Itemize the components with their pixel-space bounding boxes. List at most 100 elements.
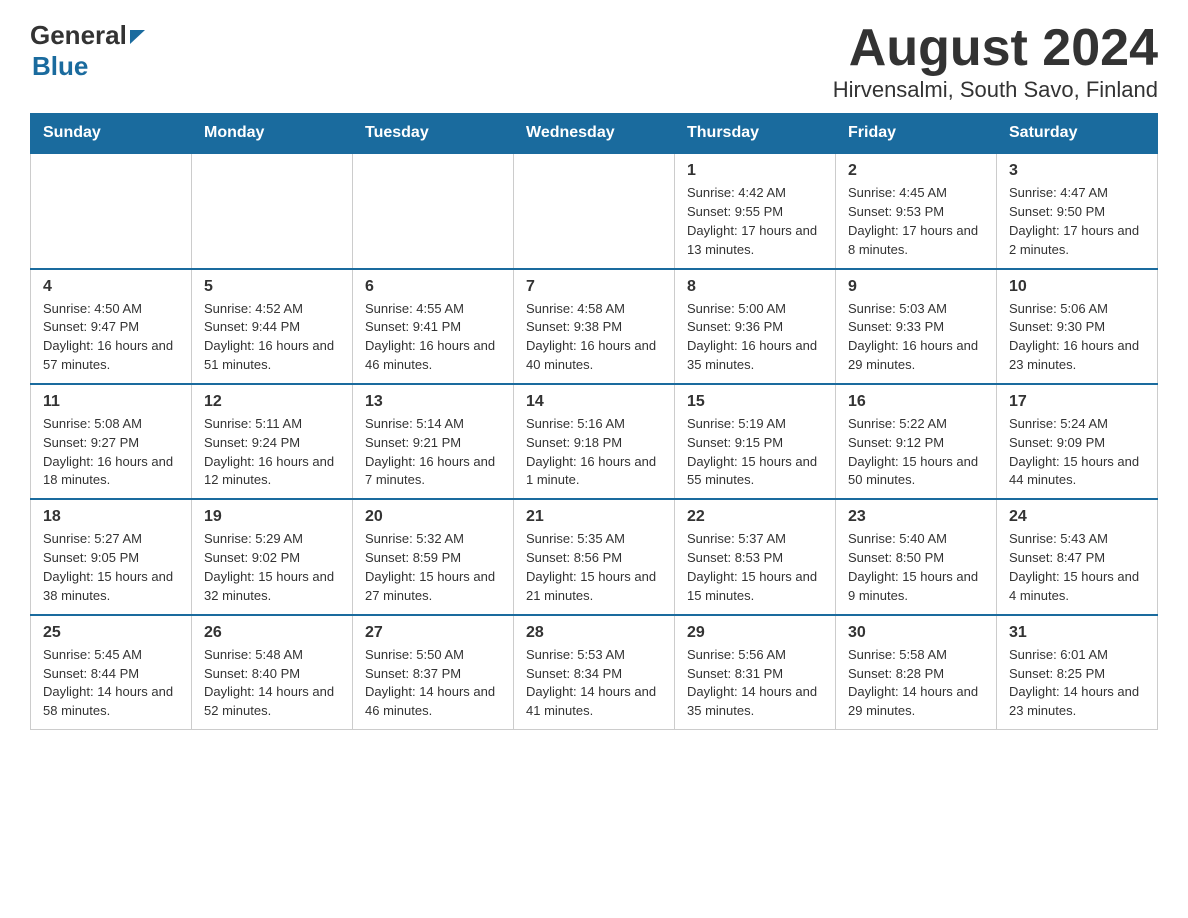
day-number: 23 <box>848 508 984 526</box>
calendar-cell: 29 Sunrise: 5:56 AMSunset: 8:31 PMDayligh… <box>675 615 836 730</box>
day-number: 25 <box>43 624 179 642</box>
weekday-header-row: SundayMondayTuesdayWednesdayThursdayFrid… <box>31 114 1158 154</box>
calendar-cell: 9 Sunrise: 5:03 AMSunset: 9:33 PMDaylight… <box>836 269 997 384</box>
day-number: 17 <box>1009 393 1145 411</box>
day-number: 20 <box>365 508 501 526</box>
calendar-cell <box>514 153 675 268</box>
day-number: 6 <box>365 278 501 296</box>
weekday-header-tuesday: Tuesday <box>353 114 514 154</box>
day-info: Sunrise: 5:06 AMSunset: 9:30 PMDaylight:… <box>1009 300 1145 375</box>
calendar-cell: 23 Sunrise: 5:40 AMSunset: 8:50 PMDayligh… <box>836 499 997 614</box>
day-number: 9 <box>848 278 984 296</box>
week-row-3: 11 Sunrise: 5:08 AMSunset: 9:27 PMDayligh… <box>31 384 1158 499</box>
calendar-cell: 6 Sunrise: 4:55 AMSunset: 9:41 PMDaylight… <box>353 269 514 384</box>
day-number: 10 <box>1009 278 1145 296</box>
calendar-cell: 22 Sunrise: 5:37 AMSunset: 8:53 PMDayligh… <box>675 499 836 614</box>
title-block: August 2024 Hirvensalmi, South Savo, Fin… <box>833 20 1158 103</box>
day-info: Sunrise: 5:16 AMSunset: 9:18 PMDaylight:… <box>526 415 662 490</box>
calendar-cell: 25 Sunrise: 5:45 AMSunset: 8:44 PMDayligh… <box>31 615 192 730</box>
calendar-cell: 2 Sunrise: 4:45 AMSunset: 9:53 PMDaylight… <box>836 153 997 268</box>
calendar-cell <box>31 153 192 268</box>
day-info: Sunrise: 5:35 AMSunset: 8:56 PMDaylight:… <box>526 530 662 605</box>
day-info: Sunrise: 5:11 AMSunset: 9:24 PMDaylight:… <box>204 415 340 490</box>
day-info: Sunrise: 5:37 AMSunset: 8:53 PMDaylight:… <box>687 530 823 605</box>
day-info: Sunrise: 5:03 AMSunset: 9:33 PMDaylight:… <box>848 300 984 375</box>
weekday-header-friday: Friday <box>836 114 997 154</box>
day-info: Sunrise: 5:24 AMSunset: 9:09 PMDaylight:… <box>1009 415 1145 490</box>
day-info: Sunrise: 4:45 AMSunset: 9:53 PMDaylight:… <box>848 184 984 259</box>
month-title: August 2024 <box>833 20 1158 77</box>
calendar-cell: 31 Sunrise: 6:01 AMSunset: 8:25 PMDayligh… <box>997 615 1158 730</box>
day-number: 2 <box>848 162 984 180</box>
calendar-cell: 20 Sunrise: 5:32 AMSunset: 8:59 PMDayligh… <box>353 499 514 614</box>
day-number: 11 <box>43 393 179 411</box>
calendar-cell: 10 Sunrise: 5:06 AMSunset: 9:30 PMDayligh… <box>997 269 1158 384</box>
logo-general-text: General <box>30 20 127 51</box>
calendar-cell: 26 Sunrise: 5:48 AMSunset: 8:40 PMDayligh… <box>192 615 353 730</box>
week-row-5: 25 Sunrise: 5:45 AMSunset: 8:44 PMDayligh… <box>31 615 1158 730</box>
calendar-cell: 3 Sunrise: 4:47 AMSunset: 9:50 PMDaylight… <box>997 153 1158 268</box>
calendar-cell: 13Sunrise: 5:14 AMSunset: 9:21 PMDayligh… <box>353 384 514 499</box>
day-number: 15 <box>687 393 823 411</box>
day-number: 1 <box>687 162 823 180</box>
week-row-4: 18Sunrise: 5:27 AMSunset: 9:05 PMDayligh… <box>31 499 1158 614</box>
day-info: Sunrise: 4:52 AMSunset: 9:44 PMDaylight:… <box>204 300 340 375</box>
calendar-table: SundayMondayTuesdayWednesdayThursdayFrid… <box>30 113 1158 730</box>
calendar-cell: 15 Sunrise: 5:19 AMSunset: 9:15 PMDayligh… <box>675 384 836 499</box>
calendar-cell: 1Sunrise: 4:42 AMSunset: 9:55 PMDaylight… <box>675 153 836 268</box>
day-info: Sunrise: 5:22 AMSunset: 9:12 PMDaylight:… <box>848 415 984 490</box>
day-info: Sunrise: 5:53 AMSunset: 8:34 PMDaylight:… <box>526 646 662 721</box>
day-number: 13 <box>365 393 501 411</box>
week-row-2: 4Sunrise: 4:50 AMSunset: 9:47 PMDaylight… <box>31 269 1158 384</box>
day-number: 16 <box>848 393 984 411</box>
calendar-cell: 28Sunrise: 5:53 AMSunset: 8:34 PMDayligh… <box>514 615 675 730</box>
day-number: 31 <box>1009 624 1145 642</box>
calendar-cell: 21 Sunrise: 5:35 AMSunset: 8:56 PMDayligh… <box>514 499 675 614</box>
calendar-cell: 12 Sunrise: 5:11 AMSunset: 9:24 PMDayligh… <box>192 384 353 499</box>
calendar-cell: 24 Sunrise: 5:43 AMSunset: 8:47 PMDayligh… <box>997 499 1158 614</box>
calendar-cell: 7Sunrise: 4:58 AMSunset: 9:38 PMDaylight… <box>514 269 675 384</box>
page-header: General Blue August 2024 Hirvensalmi, So… <box>30 20 1158 103</box>
calendar-cell: 14Sunrise: 5:16 AMSunset: 9:18 PMDayligh… <box>514 384 675 499</box>
day-info: Sunrise: 5:27 AMSunset: 9:05 PMDaylight:… <box>43 530 179 605</box>
day-info: Sunrise: 6:01 AMSunset: 8:25 PMDaylight:… <box>1009 646 1145 721</box>
day-info: Sunrise: 5:08 AMSunset: 9:27 PMDaylight:… <box>43 415 179 490</box>
calendar-cell: 18Sunrise: 5:27 AMSunset: 9:05 PMDayligh… <box>31 499 192 614</box>
day-number: 24 <box>1009 508 1145 526</box>
logo: General Blue <box>30 20 145 82</box>
day-info: Sunrise: 5:45 AMSunset: 8:44 PMDaylight:… <box>43 646 179 721</box>
day-info: Sunrise: 5:29 AMSunset: 9:02 PMDaylight:… <box>204 530 340 605</box>
day-info: Sunrise: 5:43 AMSunset: 8:47 PMDaylight:… <box>1009 530 1145 605</box>
day-number: 26 <box>204 624 340 642</box>
calendar-cell <box>192 153 353 268</box>
day-info: Sunrise: 5:50 AMSunset: 8:37 PMDaylight:… <box>365 646 501 721</box>
day-info: Sunrise: 5:48 AMSunset: 8:40 PMDaylight:… <box>204 646 340 721</box>
calendar-cell: 30 Sunrise: 5:58 AMSunset: 8:28 PMDayligh… <box>836 615 997 730</box>
day-info: Sunrise: 5:19 AMSunset: 9:15 PMDaylight:… <box>687 415 823 490</box>
calendar-cell: 27 Sunrise: 5:50 AMSunset: 8:37 PMDayligh… <box>353 615 514 730</box>
weekday-header-wednesday: Wednesday <box>514 114 675 154</box>
calendar-cell: 4Sunrise: 4:50 AMSunset: 9:47 PMDaylight… <box>31 269 192 384</box>
day-number: 29 <box>687 624 823 642</box>
day-number: 5 <box>204 278 340 296</box>
day-info: Sunrise: 4:58 AMSunset: 9:38 PMDaylight:… <box>526 300 662 375</box>
day-info: Sunrise: 5:56 AMSunset: 8:31 PMDaylight:… <box>687 646 823 721</box>
calendar-cell: 8Sunrise: 5:00 AMSunset: 9:36 PMDaylight… <box>675 269 836 384</box>
calendar-cell: 11 Sunrise: 5:08 AMSunset: 9:27 PMDayligh… <box>31 384 192 499</box>
day-number: 21 <box>526 508 662 526</box>
day-number: 22 <box>687 508 823 526</box>
day-number: 3 <box>1009 162 1145 180</box>
day-number: 27 <box>365 624 501 642</box>
day-number: 8 <box>687 278 823 296</box>
day-number: 12 <box>204 393 340 411</box>
day-info: Sunrise: 4:55 AMSunset: 9:41 PMDaylight:… <box>365 300 501 375</box>
day-info: Sunrise: 5:40 AMSunset: 8:50 PMDaylight:… <box>848 530 984 605</box>
day-info: Sunrise: 4:47 AMSunset: 9:50 PMDaylight:… <box>1009 184 1145 259</box>
day-info: Sunrise: 5:58 AMSunset: 8:28 PMDaylight:… <box>848 646 984 721</box>
week-row-1: 1Sunrise: 4:42 AMSunset: 9:55 PMDaylight… <box>31 153 1158 268</box>
logo-blue-text: Blue <box>30 51 145 82</box>
weekday-header-thursday: Thursday <box>675 114 836 154</box>
day-number: 30 <box>848 624 984 642</box>
day-info: Sunrise: 5:32 AMSunset: 8:59 PMDaylight:… <box>365 530 501 605</box>
calendar-cell: 19Sunrise: 5:29 AMSunset: 9:02 PMDayligh… <box>192 499 353 614</box>
